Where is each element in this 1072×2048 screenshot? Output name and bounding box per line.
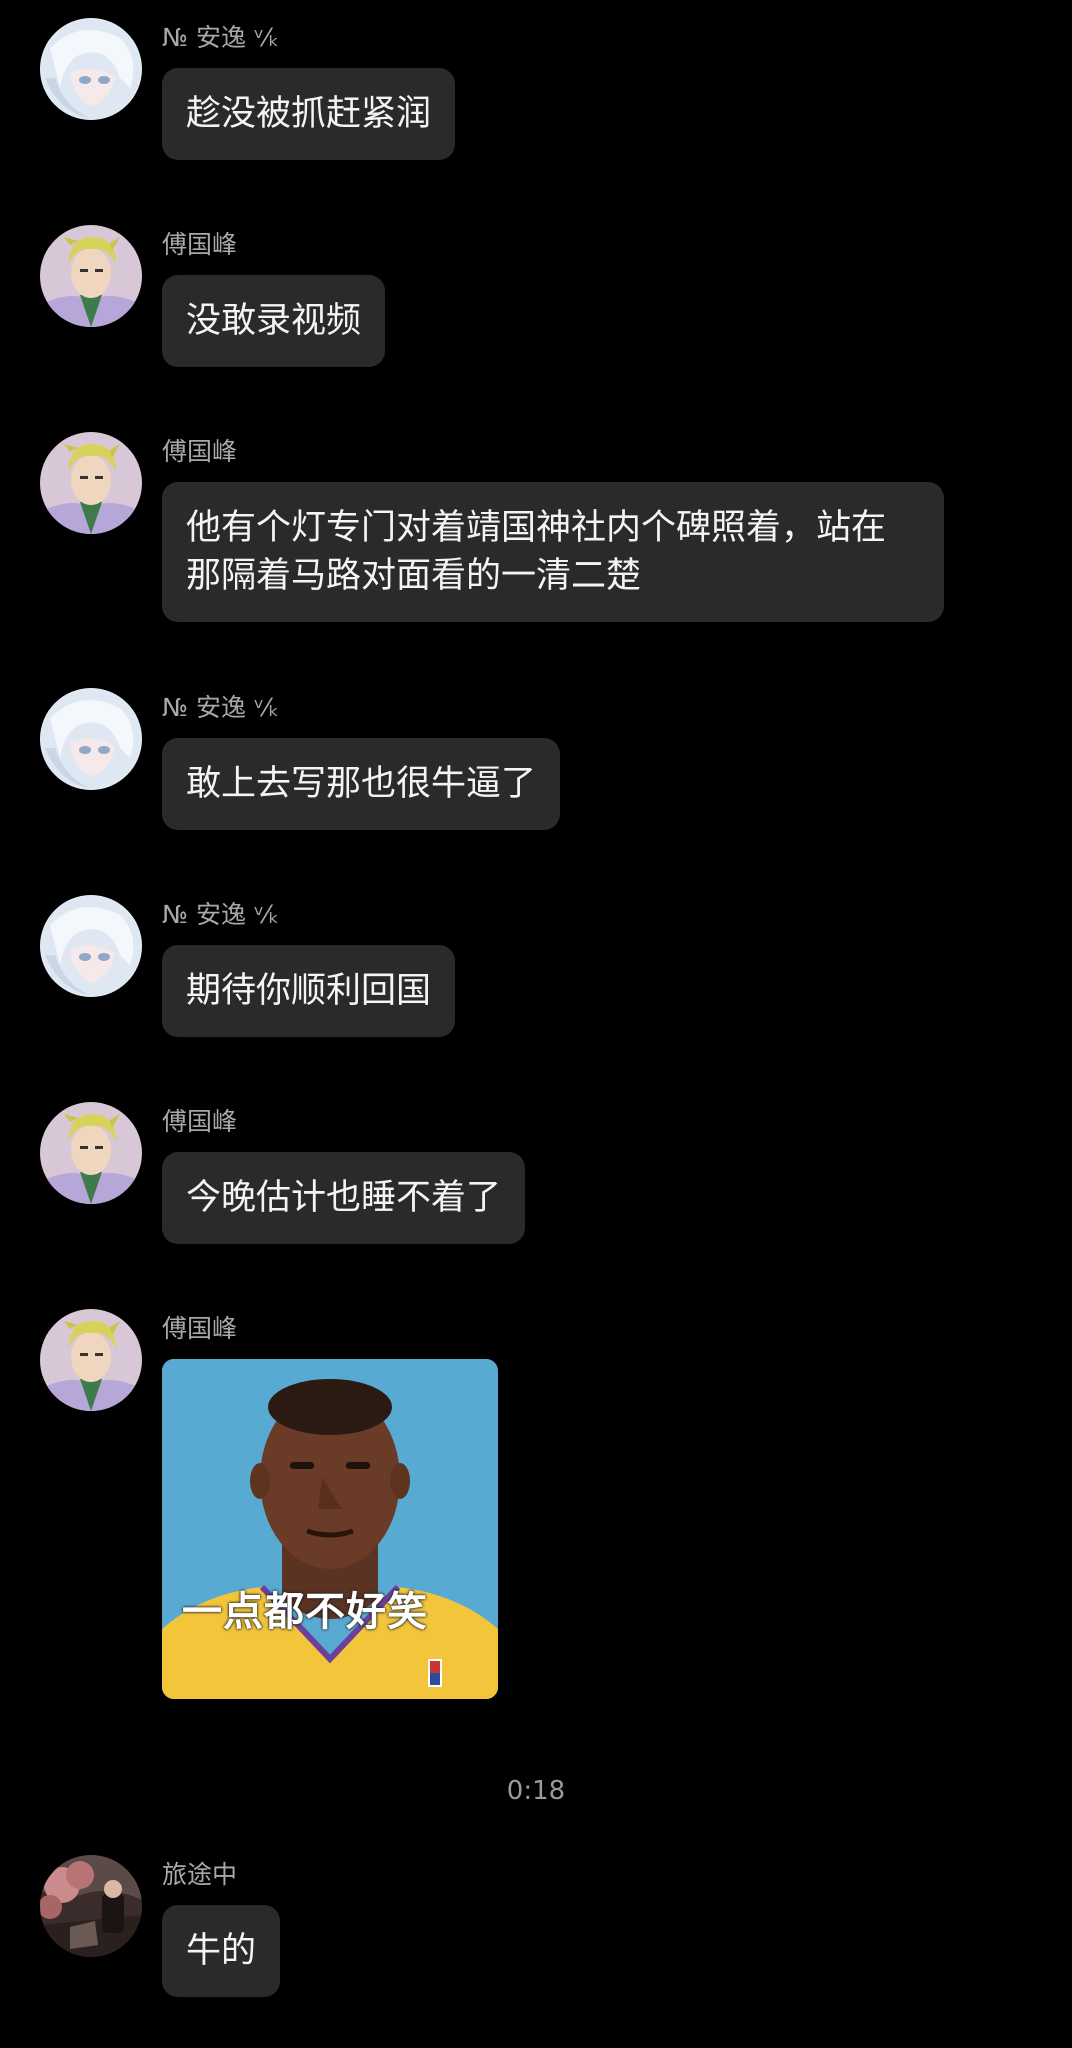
anime-man-avatar-icon	[40, 1309, 142, 1411]
avatar-anyi[interactable]	[40, 895, 142, 997]
message-bubble[interactable]: 牛的	[162, 1905, 281, 1997]
avatar-anyi[interactable]	[40, 688, 142, 790]
anime-girl-avatar-icon	[40, 18, 142, 120]
message-bubble[interactable]: 期待你顺利回国	[162, 945, 456, 1037]
basketball-player-meme-icon	[162, 1359, 498, 1699]
anime-man-avatar-icon	[40, 432, 142, 534]
avatar-fuguofeng[interactable]	[40, 1102, 142, 1204]
avatar-fuguofeng[interactable]	[40, 225, 142, 327]
avatar-fuguofeng[interactable]	[40, 1309, 142, 1411]
message-bubble[interactable]: 他有个灯专门对着靖国神社内个碑照着，站在那隔着马路对面看的一清二楚	[162, 482, 944, 622]
meme-caption: 一点都不好笑	[182, 1589, 428, 1635]
anime-man-avatar-icon	[40, 225, 142, 327]
sender-name: 旅途中	[162, 1860, 238, 1889]
anime-girl-avatar-icon	[40, 895, 142, 997]
message-bubble[interactable]: 没敢录视频	[162, 275, 386, 367]
anime-girl-avatar-icon	[40, 688, 142, 790]
anime-man-avatar-icon	[40, 1102, 142, 1204]
sender-name: № 安逸 ᵛ⁄ₖ	[162, 693, 280, 722]
sender-name: № 安逸 ᵛ⁄ₖ	[162, 23, 280, 52]
avatar-lvtuzhong[interactable]	[40, 1855, 142, 1957]
sender-name: 傅国峰	[162, 230, 238, 259]
avatar-anyi[interactable]	[40, 18, 142, 120]
scenery-avatar-icon	[40, 1855, 142, 1957]
timestamp: 0:18	[506, 1776, 566, 1806]
sender-name: 傅国峰	[162, 1314, 238, 1343]
message-bubble[interactable]: 今晚估计也睡不着了	[162, 1152, 526, 1244]
sender-name: 傅国峰	[162, 1107, 238, 1136]
message-bubble[interactable]: 敢上去写那也很牛逼了	[162, 738, 561, 830]
meme-image[interactable]: 一点都不好笑	[162, 1359, 498, 1699]
sender-name: № 安逸 ᵛ⁄ₖ	[162, 900, 280, 929]
sender-name: 傅国峰	[162, 437, 238, 466]
message-bubble[interactable]: 趁没被抓赶紧润	[162, 68, 456, 160]
avatar-fuguofeng[interactable]	[40, 432, 142, 534]
